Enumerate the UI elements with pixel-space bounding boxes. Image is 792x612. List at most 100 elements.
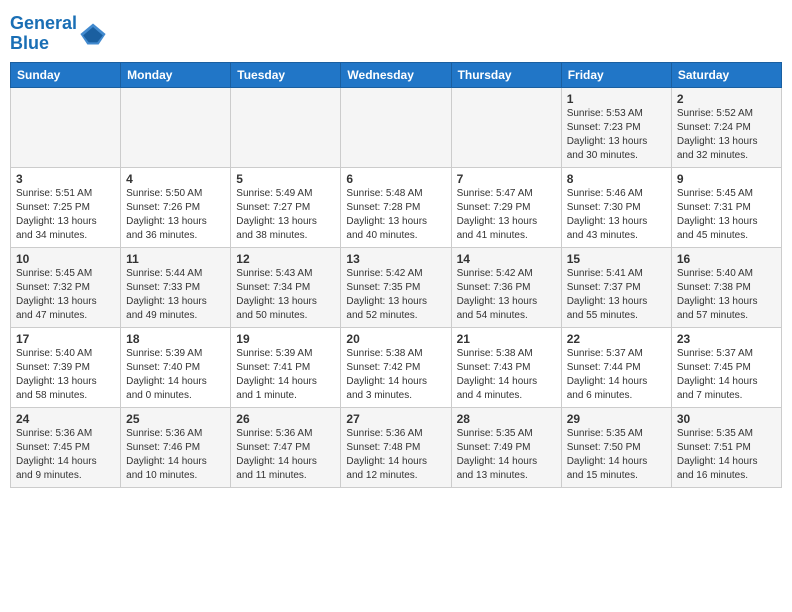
week-row-3: 10Sunrise: 5:45 AM Sunset: 7:32 PM Dayli… (11, 247, 782, 327)
day-info: Sunrise: 5:42 AM Sunset: 7:35 PM Dayligh… (346, 267, 445, 323)
day-info: Sunrise: 5:36 AM Sunset: 7:45 PM Dayligh… (16, 427, 115, 483)
day-info: Sunrise: 5:47 AM Sunset: 7:29 PM Dayligh… (457, 187, 556, 243)
calendar-cell: 30Sunrise: 5:35 AM Sunset: 7:51 PM Dayli… (671, 407, 781, 487)
day-number: 14 (457, 252, 556, 266)
day-info: Sunrise: 5:51 AM Sunset: 7:25 PM Dayligh… (16, 187, 115, 243)
logo-icon (79, 20, 107, 48)
calendar-cell: 16Sunrise: 5:40 AM Sunset: 7:38 PM Dayli… (671, 247, 781, 327)
calendar-cell: 24Sunrise: 5:36 AM Sunset: 7:45 PM Dayli… (11, 407, 121, 487)
logo: General Blue (10, 14, 107, 54)
day-info: Sunrise: 5:36 AM Sunset: 7:48 PM Dayligh… (346, 427, 445, 483)
day-number: 29 (567, 412, 666, 426)
day-number: 30 (677, 412, 776, 426)
weekday-header-saturday: Saturday (671, 62, 781, 87)
calendar-cell: 2Sunrise: 5:52 AM Sunset: 7:24 PM Daylig… (671, 87, 781, 167)
calendar-cell: 6Sunrise: 5:48 AM Sunset: 7:28 PM Daylig… (341, 167, 451, 247)
calendar-cell: 27Sunrise: 5:36 AM Sunset: 7:48 PM Dayli… (341, 407, 451, 487)
day-info: Sunrise: 5:43 AM Sunset: 7:34 PM Dayligh… (236, 267, 335, 323)
calendar-cell: 4Sunrise: 5:50 AM Sunset: 7:26 PM Daylig… (121, 167, 231, 247)
day-number: 5 (236, 172, 335, 186)
day-info: Sunrise: 5:41 AM Sunset: 7:37 PM Dayligh… (567, 267, 666, 323)
day-info: Sunrise: 5:38 AM Sunset: 7:42 PM Dayligh… (346, 347, 445, 403)
day-number: 3 (16, 172, 115, 186)
day-number: 24 (16, 412, 115, 426)
calendar-cell (11, 87, 121, 167)
calendar-cell: 17Sunrise: 5:40 AM Sunset: 7:39 PM Dayli… (11, 327, 121, 407)
day-number: 22 (567, 332, 666, 346)
calendar-cell: 18Sunrise: 5:39 AM Sunset: 7:40 PM Dayli… (121, 327, 231, 407)
day-info: Sunrise: 5:39 AM Sunset: 7:40 PM Dayligh… (126, 347, 225, 403)
day-info: Sunrise: 5:44 AM Sunset: 7:33 PM Dayligh… (126, 267, 225, 323)
calendar-cell: 19Sunrise: 5:39 AM Sunset: 7:41 PM Dayli… (231, 327, 341, 407)
day-number: 7 (457, 172, 556, 186)
day-number: 19 (236, 332, 335, 346)
page-header: General Blue (10, 10, 782, 54)
calendar-cell: 15Sunrise: 5:41 AM Sunset: 7:37 PM Dayli… (561, 247, 671, 327)
day-info: Sunrise: 5:46 AM Sunset: 7:30 PM Dayligh… (567, 187, 666, 243)
day-info: Sunrise: 5:42 AM Sunset: 7:36 PM Dayligh… (457, 267, 556, 323)
calendar-cell: 5Sunrise: 5:49 AM Sunset: 7:27 PM Daylig… (231, 167, 341, 247)
weekday-header-tuesday: Tuesday (231, 62, 341, 87)
weekday-header-row: SundayMondayTuesdayWednesdayThursdayFrid… (11, 62, 782, 87)
day-number: 6 (346, 172, 445, 186)
weekday-header-monday: Monday (121, 62, 231, 87)
day-number: 16 (677, 252, 776, 266)
day-info: Sunrise: 5:35 AM Sunset: 7:51 PM Dayligh… (677, 427, 776, 483)
day-info: Sunrise: 5:40 AM Sunset: 7:38 PM Dayligh… (677, 267, 776, 323)
day-number: 25 (126, 412, 225, 426)
calendar-cell (451, 87, 561, 167)
day-info: Sunrise: 5:37 AM Sunset: 7:45 PM Dayligh… (677, 347, 776, 403)
day-info: Sunrise: 5:39 AM Sunset: 7:41 PM Dayligh… (236, 347, 335, 403)
calendar-cell: 3Sunrise: 5:51 AM Sunset: 7:25 PM Daylig… (11, 167, 121, 247)
logo-text: General Blue (10, 14, 77, 54)
day-info: Sunrise: 5:40 AM Sunset: 7:39 PM Dayligh… (16, 347, 115, 403)
calendar-table: SundayMondayTuesdayWednesdayThursdayFrid… (10, 62, 782, 488)
day-info: Sunrise: 5:48 AM Sunset: 7:28 PM Dayligh… (346, 187, 445, 243)
calendar-cell: 28Sunrise: 5:35 AM Sunset: 7:49 PM Dayli… (451, 407, 561, 487)
day-number: 4 (126, 172, 225, 186)
calendar-cell (341, 87, 451, 167)
calendar-cell: 9Sunrise: 5:45 AM Sunset: 7:31 PM Daylig… (671, 167, 781, 247)
day-number: 13 (346, 252, 445, 266)
day-number: 20 (346, 332, 445, 346)
weekday-header-sunday: Sunday (11, 62, 121, 87)
weekday-header-friday: Friday (561, 62, 671, 87)
day-number: 8 (567, 172, 666, 186)
day-number: 15 (567, 252, 666, 266)
calendar-cell: 14Sunrise: 5:42 AM Sunset: 7:36 PM Dayli… (451, 247, 561, 327)
day-number: 9 (677, 172, 776, 186)
day-number: 2 (677, 92, 776, 106)
week-row-4: 17Sunrise: 5:40 AM Sunset: 7:39 PM Dayli… (11, 327, 782, 407)
day-number: 18 (126, 332, 225, 346)
day-number: 11 (126, 252, 225, 266)
calendar-cell: 10Sunrise: 5:45 AM Sunset: 7:32 PM Dayli… (11, 247, 121, 327)
day-info: Sunrise: 5:37 AM Sunset: 7:44 PM Dayligh… (567, 347, 666, 403)
calendar-cell (121, 87, 231, 167)
calendar-cell (231, 87, 341, 167)
day-number: 28 (457, 412, 556, 426)
day-info: Sunrise: 5:35 AM Sunset: 7:49 PM Dayligh… (457, 427, 556, 483)
week-row-1: 1Sunrise: 5:53 AM Sunset: 7:23 PM Daylig… (11, 87, 782, 167)
day-info: Sunrise: 5:36 AM Sunset: 7:46 PM Dayligh… (126, 427, 225, 483)
day-number: 17 (16, 332, 115, 346)
weekday-header-wednesday: Wednesday (341, 62, 451, 87)
week-row-2: 3Sunrise: 5:51 AM Sunset: 7:25 PM Daylig… (11, 167, 782, 247)
day-info: Sunrise: 5:36 AM Sunset: 7:47 PM Dayligh… (236, 427, 335, 483)
calendar-cell: 25Sunrise: 5:36 AM Sunset: 7:46 PM Dayli… (121, 407, 231, 487)
calendar-cell: 11Sunrise: 5:44 AM Sunset: 7:33 PM Dayli… (121, 247, 231, 327)
day-number: 1 (567, 92, 666, 106)
day-info: Sunrise: 5:38 AM Sunset: 7:43 PM Dayligh… (457, 347, 556, 403)
calendar-cell: 12Sunrise: 5:43 AM Sunset: 7:34 PM Dayli… (231, 247, 341, 327)
day-number: 10 (16, 252, 115, 266)
day-number: 23 (677, 332, 776, 346)
day-number: 26 (236, 412, 335, 426)
day-info: Sunrise: 5:53 AM Sunset: 7:23 PM Dayligh… (567, 107, 666, 163)
day-info: Sunrise: 5:45 AM Sunset: 7:32 PM Dayligh… (16, 267, 115, 323)
calendar-cell: 22Sunrise: 5:37 AM Sunset: 7:44 PM Dayli… (561, 327, 671, 407)
calendar-cell: 7Sunrise: 5:47 AM Sunset: 7:29 PM Daylig… (451, 167, 561, 247)
week-row-5: 24Sunrise: 5:36 AM Sunset: 7:45 PM Dayli… (11, 407, 782, 487)
weekday-header-thursday: Thursday (451, 62, 561, 87)
day-info: Sunrise: 5:49 AM Sunset: 7:27 PM Dayligh… (236, 187, 335, 243)
calendar-cell: 13Sunrise: 5:42 AM Sunset: 7:35 PM Dayli… (341, 247, 451, 327)
day-info: Sunrise: 5:52 AM Sunset: 7:24 PM Dayligh… (677, 107, 776, 163)
